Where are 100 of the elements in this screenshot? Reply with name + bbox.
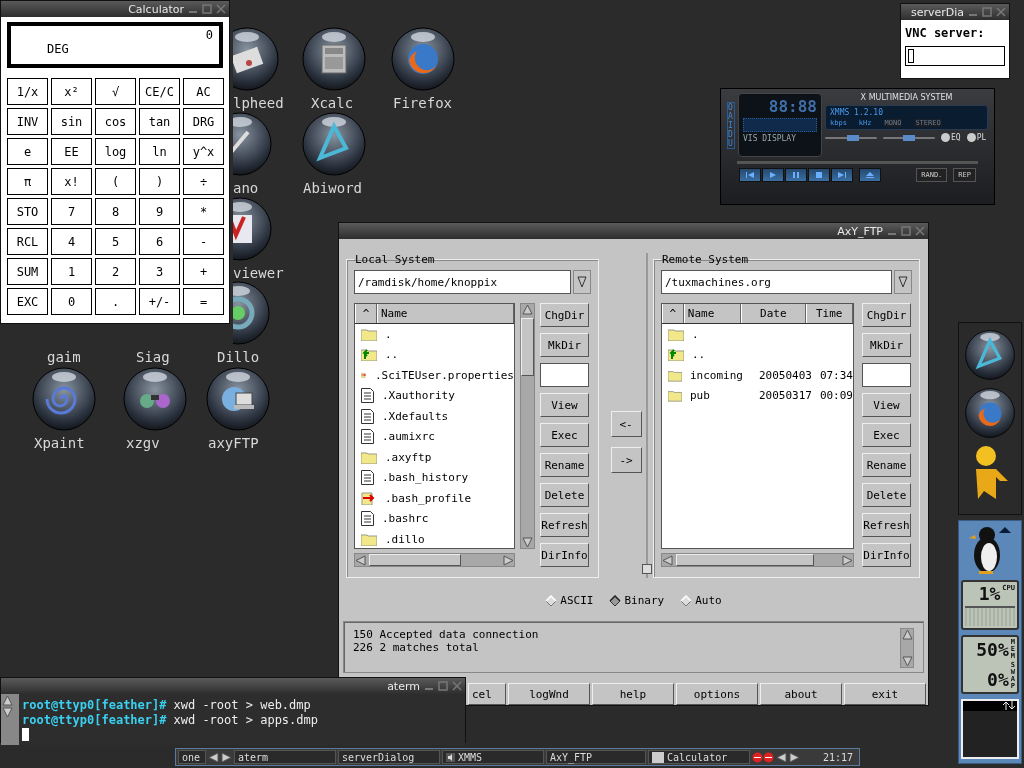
terminal-scrollbar[interactable] — [1, 694, 19, 745]
calculator-key[interactable]: EE — [51, 138, 92, 165]
desktop-icon-label[interactable]: Siag — [136, 349, 170, 365]
calculator-key[interactable]: 1 — [51, 258, 92, 285]
scroll-left-icon[interactable] — [662, 554, 673, 566]
binoculars-sphere-icon[interactable] — [123, 367, 187, 431]
radio-diamond-icon[interactable] — [545, 594, 558, 607]
calculator-sphere-icon[interactable] — [302, 27, 366, 91]
calculator-key[interactable]: e — [7, 138, 48, 165]
command-button[interactable]: logWnd — [508, 683, 590, 705]
action-button[interactable]: ChgDir — [540, 303, 589, 327]
globe-sphere-icon[interactable] — [391, 27, 455, 91]
play-button[interactable] — [762, 168, 784, 182]
calculator-key[interactable]: +/- — [139, 288, 180, 315]
desktop-icon-label[interactable]: viewer — [233, 265, 284, 281]
scrollbar-thumb[interactable] — [369, 554, 462, 566]
file-name[interactable]: .Xdefaults — [382, 409, 449, 423]
command-button[interactable]: exit — [844, 683, 926, 705]
action-button[interactable]: Delete — [862, 483, 911, 507]
close-icon[interactable] — [915, 226, 925, 236]
previous-desktop-icon[interactable] — [208, 751, 219, 763]
equalizer-toggle[interactable]: EQ — [941, 133, 961, 142]
column-header[interactable]: Name — [377, 304, 514, 323]
action-button[interactable]: View — [540, 393, 589, 417]
calculator-key[interactable]: DRG — [183, 108, 224, 135]
file-name[interactable]: .aumixrc — [382, 430, 435, 444]
calculator-key[interactable]: 5 — [95, 228, 136, 255]
playlist-toggle[interactable]: PL — [966, 133, 987, 142]
calculator-key[interactable]: √ — [95, 78, 136, 105]
scroll-right-icon[interactable] — [503, 554, 514, 566]
scrollbar-thumb[interactable] — [676, 554, 814, 566]
log-scrollbar[interactable] — [900, 628, 914, 668]
calculator-key[interactable]: 9 — [139, 198, 180, 225]
volume-slider[interactable] — [825, 136, 877, 139]
scroll-up-icon[interactable] — [522, 304, 533, 315]
scrollbar-thumb[interactable] — [521, 318, 534, 376]
action-button[interactable]: Delete — [540, 483, 589, 507]
file-name[interactable]: . — [385, 327, 392, 341]
file-name[interactable]: .bash_history — [382, 471, 469, 485]
dropdown-button[interactable] — [573, 270, 591, 294]
horizontal-scrollbar[interactable] — [354, 553, 515, 567]
path-field[interactable]: /tuxmachines.org — [661, 270, 892, 294]
scroll-right-icon[interactable] — [789, 751, 800, 763]
calculator-key[interactable]: * — [183, 198, 224, 225]
desktop-icon-label[interactable]: axyFTP — [208, 435, 259, 451]
radio-diamond-icon[interactable] — [680, 594, 693, 607]
scroll-down-icon[interactable] — [901, 656, 913, 667]
transfer-mode-radio[interactable]: Binary — [609, 594, 665, 607]
desktop-switcher[interactable]: one — [178, 750, 206, 764]
calculator-key[interactable]: cos — [95, 108, 136, 135]
action-button[interactable]: Refresh — [862, 513, 911, 537]
pause-button[interactable] — [785, 168, 807, 182]
calculator-key[interactable]: ÷ — [183, 168, 224, 195]
radio-diamond-icon[interactable] — [609, 594, 622, 607]
command-button[interactable]: help — [592, 683, 674, 705]
action-button[interactable]: Refresh — [540, 513, 589, 537]
column-header[interactable]: Date — [741, 304, 806, 323]
desktop-icon-label[interactable]: Xcalc — [311, 95, 354, 111]
calculator-key[interactable]: 1/x — [7, 78, 48, 105]
desktop-icon-label[interactable]: gaim — [47, 349, 81, 365]
task-button[interactable]: Calculator — [648, 750, 750, 764]
scroll-left-icon[interactable] — [355, 554, 366, 566]
text-field[interactable] — [540, 363, 589, 387]
scroll-down-icon[interactable] — [2, 707, 13, 718]
calculator-key[interactable]: π — [7, 168, 48, 195]
action-button[interactable]: MkDir — [862, 333, 911, 357]
triangle-sphere-icon[interactable] — [302, 112, 366, 176]
desktop-icon-label[interactable]: Xpaint — [34, 435, 85, 451]
calculator-key[interactable]: RCL — [7, 228, 48, 255]
dropdown-button[interactable] — [894, 270, 912, 294]
command-button[interactable]: cel — [468, 683, 506, 705]
scroll-right-icon[interactable] — [842, 554, 853, 566]
task-button[interactable]: XMMS — [442, 750, 544, 764]
scroll-left-icon[interactable] — [776, 751, 787, 763]
scroll-down-icon[interactable] — [522, 537, 533, 548]
calculator-key[interactable]: 4 — [51, 228, 92, 255]
calculator-key[interactable]: - — [183, 228, 224, 255]
calculator-key[interactable]: 3 — [139, 258, 180, 285]
calculator-key[interactable]: 7 — [51, 198, 92, 225]
server-input-field[interactable] — [905, 46, 1005, 66]
column-header[interactable]: Time — [805, 304, 853, 323]
previous-button[interactable] — [739, 168, 761, 182]
task-button[interactable]: serverDialog — [338, 750, 440, 764]
calculator-key[interactable]: 2 — [95, 258, 136, 285]
calculator-key[interactable]: 8 — [95, 198, 136, 225]
file-name[interactable]: . — [692, 327, 762, 341]
calculator-key[interactable]: STO — [7, 198, 48, 225]
file-name[interactable]: pub — [689, 389, 751, 403]
file-name[interactable]: incoming — [689, 368, 751, 382]
slider-knob[interactable] — [847, 134, 860, 141]
horizontal-scrollbar[interactable] — [661, 553, 854, 567]
slider-knob[interactable] — [903, 134, 915, 141]
calculator-key[interactable]: x! — [51, 168, 92, 195]
calculator-key[interactable]: log — [95, 138, 136, 165]
action-button[interactable]: MkDir — [540, 333, 589, 357]
transfer-mode-radio[interactable]: ASCII — [545, 594, 594, 607]
action-button[interactable]: ChgDir — [862, 303, 911, 327]
calculator-key[interactable]: SUM — [7, 258, 48, 285]
transfer-button[interactable]: <- — [610, 411, 642, 437]
action-button[interactable]: View — [862, 393, 911, 417]
